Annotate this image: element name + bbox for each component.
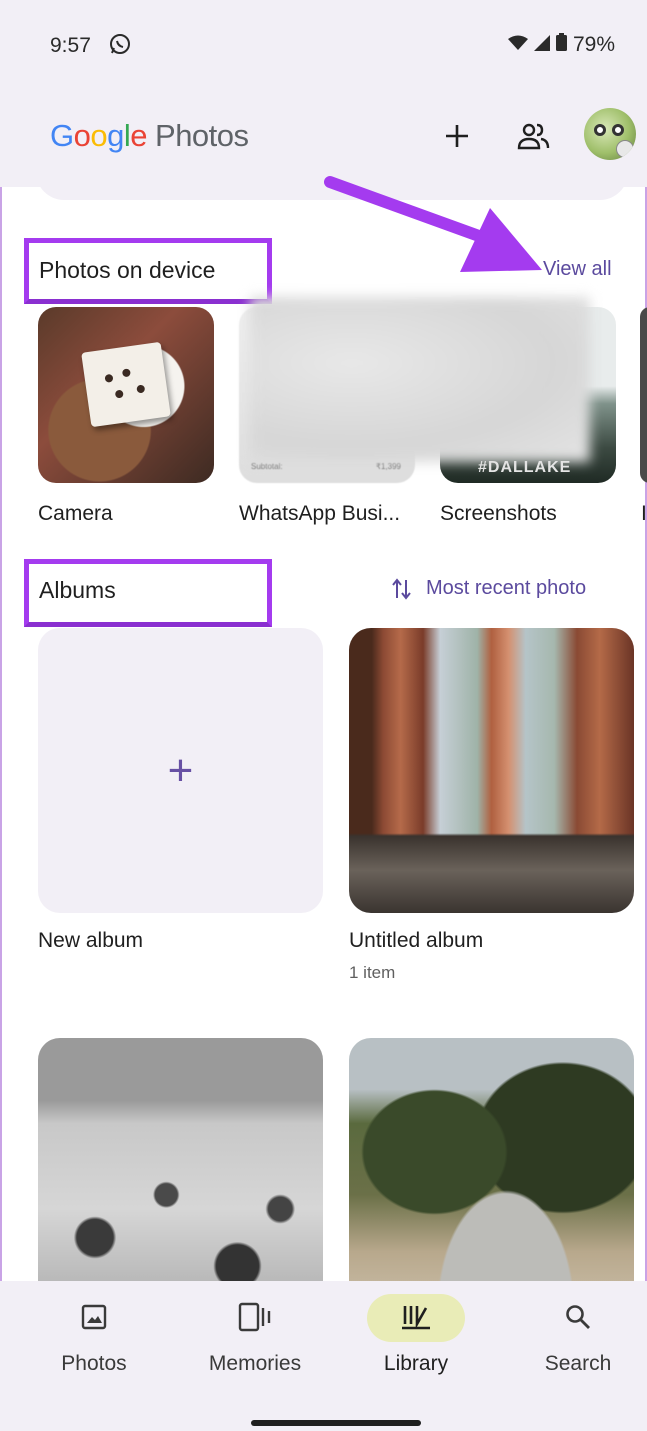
folder-label-camera: Camera <box>38 502 113 525</box>
view-all-link[interactable]: View all <box>543 258 612 281</box>
nav-photos[interactable]: Photos <box>29 1292 159 1392</box>
sort-icon <box>392 577 411 600</box>
home-indicator[interactable] <box>251 1420 421 1426</box>
status-time: 9:57 <box>50 34 91 57</box>
plus-icon <box>446 125 468 147</box>
nav-label-photos: Photos <box>61 1352 127 1375</box>
folder-label-whatsapp: WhatsApp Busi... <box>239 502 401 525</box>
album-count-untitled: 1 item <box>349 963 396 982</box>
status-bar: 9:57 79% <box>0 0 647 95</box>
photos-on-device-title: Photos on device <box>39 257 216 283</box>
search-icon <box>558 1302 598 1332</box>
battery-percent: 79% <box>572 33 615 56</box>
add-button[interactable] <box>437 116 477 156</box>
sort-label: Most recent photo <box>426 577 587 599</box>
album-title-untitled: Untitled album <box>349 929 484 952</box>
new-album-button[interactable]: + <box>38 628 323 913</box>
folder-label-screenshots: Screenshots <box>440 502 557 525</box>
app-logo: Google Photos <box>50 118 249 153</box>
status-indicators: 79% <box>507 33 615 57</box>
folder-label-partial: I <box>641 502 647 525</box>
nav-search[interactable]: Search <box>513 1292 643 1392</box>
library-icon <box>396 1302 436 1332</box>
memories-icon <box>235 1302 275 1332</box>
photo-icon <box>74 1302 114 1332</box>
people-icon <box>517 123 550 150</box>
whatsapp-notification-icon <box>109 33 131 60</box>
album-cover-untitled[interactable] <box>349 628 634 913</box>
account-avatar[interactable] <box>584 108 636 160</box>
logo-photos-text: Photos <box>155 118 249 153</box>
battery-icon <box>555 33 567 57</box>
sort-button[interactable]: Most recent photo <box>392 577 586 600</box>
signal-icon <box>533 33 550 57</box>
nav-memories[interactable]: Memories <box>190 1292 320 1392</box>
nav-label-search: Search <box>544 1352 612 1375</box>
nav-label-memories: Memories <box>208 1352 302 1375</box>
folder-thumbnail-partial[interactable] <box>640 307 647 483</box>
plus-icon: + <box>167 745 194 795</box>
redacted-blur <box>250 297 590 462</box>
camera-photo-subject <box>81 341 171 428</box>
annotation-arrow-icon <box>324 176 542 272</box>
new-album-label: New album <box>38 929 144 952</box>
nav-library[interactable]: Library <box>351 1292 481 1392</box>
wifi-icon <box>507 33 528 57</box>
backup-off-badge-icon <box>616 140 634 158</box>
sharing-button[interactable] <box>513 116 553 156</box>
receipt-subtotal: Subtotal: ₹1,399 <box>251 462 401 471</box>
nav-label-library: Library <box>383 1352 449 1375</box>
folder-thumbnail-camera[interactable] <box>38 307 214 483</box>
albums-title: Albums <box>39 577 116 603</box>
